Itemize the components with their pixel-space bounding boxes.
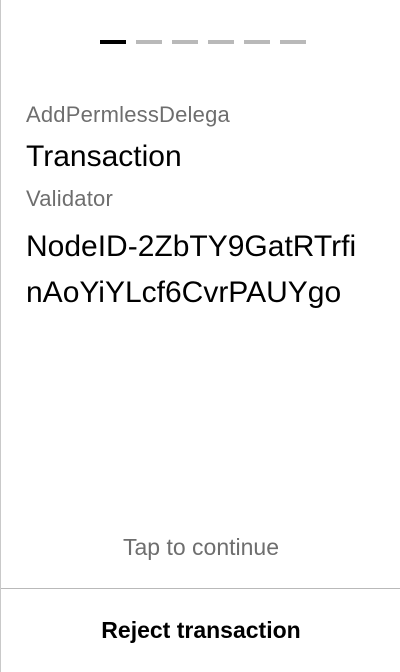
validator-label: Validator — [26, 186, 113, 211]
progress-segment — [136, 40, 162, 44]
progress-segment — [280, 40, 306, 44]
device-screen[interactable]: AddPermlessDelega Transaction Validator … — [0, 0, 400, 672]
transaction-type-label: AddPermlessDelega — [26, 102, 230, 127]
tap-to-continue-hint[interactable]: Tap to continue — [1, 534, 400, 561]
step-progress-indicator — [100, 40, 306, 44]
progress-segment-active — [100, 40, 126, 44]
progress-segment — [208, 40, 234, 44]
validator-node-id: NodeID-2ZbTY9GatRTrfinAoYiYLcf6CvrPAUYgo — [26, 230, 357, 309]
progress-segment — [172, 40, 198, 44]
transaction-type-value: Transaction — [26, 140, 182, 173]
reject-transaction-button[interactable]: Reject transaction — [1, 589, 400, 672]
progress-segment — [244, 40, 270, 44]
